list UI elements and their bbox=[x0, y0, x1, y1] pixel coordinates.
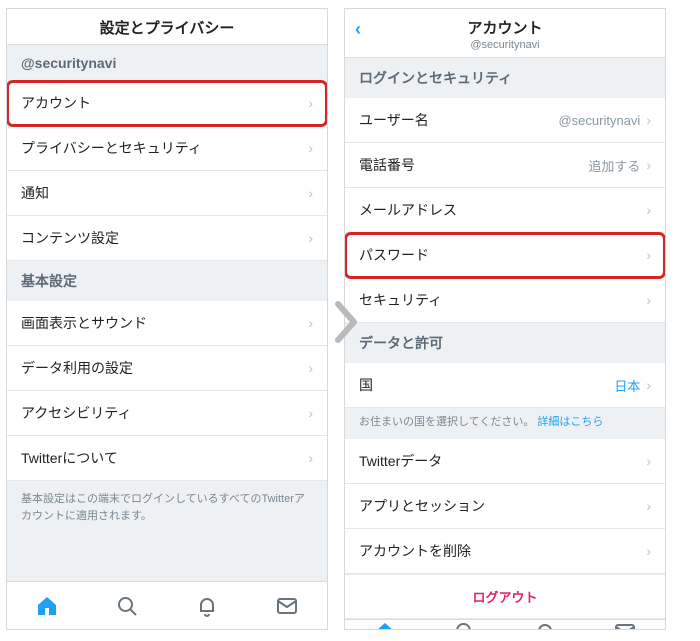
country-note-text: お住まいの国を選択してください。 bbox=[359, 416, 534, 428]
back-icon[interactable]: ‹ bbox=[355, 19, 361, 40]
settings-screen: 設定とプライバシー @securitynavi アカウント › プライバシーとセ… bbox=[6, 8, 328, 630]
header: 設定とプライバシー bbox=[7, 9, 327, 45]
chevron-right-icon: › bbox=[308, 450, 313, 466]
bell-icon[interactable] bbox=[533, 620, 557, 631]
row-label: 電話番号 bbox=[359, 155, 588, 175]
user-section-head: @securitynavi bbox=[7, 45, 327, 81]
row-label: アプリとセッション bbox=[359, 496, 646, 516]
chevron-right-icon: › bbox=[646, 377, 651, 393]
row-label: プライバシーとセキュリティ bbox=[21, 138, 308, 158]
row-twitter-data[interactable]: Twitterデータ › bbox=[345, 439, 665, 484]
mail-icon[interactable] bbox=[613, 620, 637, 631]
chevron-right-icon: › bbox=[646, 202, 651, 218]
row-country[interactable]: 国 日本 › bbox=[345, 363, 665, 408]
row-label: 通知 bbox=[21, 183, 308, 203]
row-value: 日本 bbox=[614, 376, 640, 395]
basic-settings-head: 基本設定 bbox=[7, 261, 327, 301]
row-password[interactable]: パスワード › bbox=[345, 233, 665, 278]
row-display-sound[interactable]: 画面表示とサウンド › bbox=[7, 301, 327, 346]
basic-settings-footnote: 基本設定はこの端末でログインしているすべてのTwitterアカウントに適用されま… bbox=[7, 481, 327, 536]
login-security-head: ログインとセキュリティ bbox=[345, 58, 665, 98]
row-label: データ利用の設定 bbox=[21, 358, 308, 378]
arrow-right-icon bbox=[332, 300, 360, 349]
country-note-link[interactable]: 詳細はこちら bbox=[537, 416, 603, 428]
chevron-right-icon: › bbox=[308, 405, 313, 421]
tab-bar bbox=[7, 581, 327, 629]
bell-icon[interactable] bbox=[195, 594, 219, 618]
filler bbox=[7, 536, 327, 581]
tab-bar bbox=[345, 619, 665, 631]
chevron-right-icon: › bbox=[646, 292, 651, 308]
row-label: 国 bbox=[359, 375, 614, 395]
row-delete-account[interactable]: アカウントを削除 › bbox=[345, 529, 665, 574]
chevron-right-icon: › bbox=[308, 230, 313, 246]
header: ‹ アカウント @securitynavi bbox=[345, 9, 665, 58]
row-label: コンテンツ設定 bbox=[21, 228, 308, 248]
chevron-right-icon: › bbox=[646, 543, 651, 559]
row-label: パスワード bbox=[359, 245, 646, 265]
chevron-right-icon: › bbox=[308, 185, 313, 201]
chevron-right-icon: › bbox=[308, 95, 313, 111]
row-label: メールアドレス bbox=[359, 200, 646, 220]
search-icon[interactable] bbox=[115, 594, 139, 618]
logout-button[interactable]: ログアウト bbox=[345, 574, 665, 619]
home-icon[interactable] bbox=[35, 594, 59, 618]
chevron-right-icon: › bbox=[646, 112, 651, 128]
row-about-twitter[interactable]: Twitterについて › bbox=[7, 436, 327, 481]
row-security[interactable]: セキュリティ › bbox=[345, 278, 665, 323]
search-icon[interactable] bbox=[453, 620, 477, 631]
row-privacy[interactable]: プライバシーとセキュリティ › bbox=[7, 126, 327, 171]
row-label: Twitterデータ bbox=[359, 451, 646, 471]
row-label: アカウントを削除 bbox=[359, 541, 646, 561]
chevron-right-icon: › bbox=[646, 157, 651, 173]
row-value: 追加する bbox=[588, 156, 640, 175]
row-label: アカウント bbox=[21, 93, 308, 113]
chevron-right-icon: › bbox=[308, 315, 313, 331]
row-data-usage[interactable]: データ利用の設定 › bbox=[7, 346, 327, 391]
page-title: アカウント bbox=[351, 17, 659, 38]
row-apps-sessions[interactable]: アプリとセッション › bbox=[345, 484, 665, 529]
mail-icon[interactable] bbox=[275, 594, 299, 618]
row-email[interactable]: メールアドレス › bbox=[345, 188, 665, 233]
chevron-right-icon: › bbox=[308, 140, 313, 156]
row-value: @securitynavi bbox=[558, 113, 640, 128]
row-notifications[interactable]: 通知 › bbox=[7, 171, 327, 216]
row-accessibility[interactable]: アクセシビリティ › bbox=[7, 391, 327, 436]
row-account[interactable]: アカウント › bbox=[7, 81, 327, 126]
chevron-right-icon: › bbox=[646, 498, 651, 514]
account-screen: ‹ アカウント @securitynavi ログインとセキュリティ ユーザー名 … bbox=[344, 8, 666, 630]
row-label: Twitterについて bbox=[21, 448, 308, 468]
data-permissions-head: データと許可 bbox=[345, 323, 665, 363]
chevron-right-icon: › bbox=[308, 360, 313, 376]
country-note: お住まいの国を選択してください。 詳細はこちら bbox=[345, 408, 665, 439]
chevron-right-icon: › bbox=[646, 247, 651, 263]
home-icon[interactable] bbox=[373, 620, 397, 631]
row-label: セキュリティ bbox=[359, 290, 646, 310]
row-content-settings[interactable]: コンテンツ設定 › bbox=[7, 216, 327, 261]
row-phone[interactable]: 電話番号 追加する › bbox=[345, 143, 665, 188]
row-label: ユーザー名 bbox=[359, 110, 558, 130]
row-username[interactable]: ユーザー名 @securitynavi › bbox=[345, 98, 665, 143]
page-title: 設定とプライバシー bbox=[13, 17, 321, 38]
row-label: アクセシビリティ bbox=[21, 403, 308, 423]
page-subtitle: @securitynavi bbox=[351, 39, 659, 51]
chevron-right-icon: › bbox=[646, 453, 651, 469]
row-label: 画面表示とサウンド bbox=[21, 313, 308, 333]
